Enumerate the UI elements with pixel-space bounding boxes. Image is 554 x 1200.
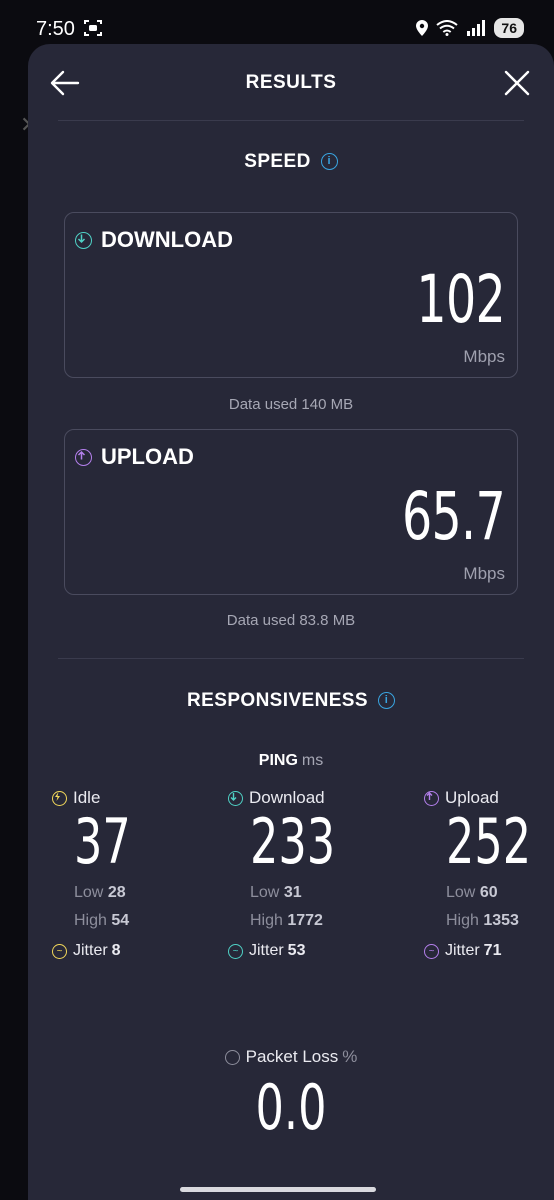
ping-header: PING ms xyxy=(28,752,554,770)
jitter-icon: ~ xyxy=(228,943,243,959)
signal-icon xyxy=(467,20,486,36)
ping-download-column: Download 233 Low 31 High 1772 ~ Jitter 53 xyxy=(228,788,378,960)
divider xyxy=(58,120,524,121)
jitter-value: 53 xyxy=(287,942,306,959)
low-value: 31 xyxy=(283,884,302,901)
upload-arrow-icon xyxy=(75,448,92,466)
ping-label: PING xyxy=(258,752,298,769)
idle-jitter: ~ Jitter 8 xyxy=(52,942,202,960)
background-app-edge: ✕ xyxy=(0,60,38,1200)
ping-unit: ms xyxy=(301,752,324,769)
upload-label: UPLOAD xyxy=(75,444,194,470)
upload-value: 65.7 xyxy=(402,478,506,555)
jitter-label: Jitter xyxy=(249,942,284,959)
download-high: High 1772 xyxy=(250,912,378,930)
upload-ping-value: 252 xyxy=(446,805,532,878)
status-time: 7:50 xyxy=(36,18,75,40)
responsiveness-title: RESPONSIVENESS xyxy=(187,690,368,711)
download-jitter: ~ Jitter 53 xyxy=(228,942,378,960)
high-label: High xyxy=(74,912,107,929)
idle-high: High 54 xyxy=(74,912,202,930)
packet-loss-value: 0.0 xyxy=(255,1071,327,1144)
ping-idle-column: Idle 37 Low 28 High 54 ~ Jitter 8 xyxy=(52,788,202,960)
idle-ping-value: 37 xyxy=(74,805,131,878)
download-label-text: DOWNLOAD xyxy=(101,227,233,252)
jitter-label: Jitter xyxy=(445,942,480,959)
upload-unit: Mbps xyxy=(463,564,505,583)
upload-low: Low 60 xyxy=(446,884,554,902)
high-label: High xyxy=(446,912,479,929)
packet-loss-label: Packet Loss% xyxy=(28,1047,554,1067)
upload-jitter: ~ Jitter 71 xyxy=(424,942,554,960)
idle-bolt-icon xyxy=(52,790,67,806)
jitter-icon: ~ xyxy=(52,943,67,959)
packet-loss-label-text: Packet Loss xyxy=(245,1047,339,1066)
upload-card: UPLOAD 65.7 Mbps xyxy=(64,429,518,595)
results-panel: RESULTS SPEED i DOWNLOAD 102 Mbps Data us… xyxy=(28,44,554,1200)
info-icon[interactable]: i xyxy=(377,692,395,710)
divider xyxy=(58,658,524,659)
upload-label-text: UPLOAD xyxy=(101,444,194,469)
high-value: 1772 xyxy=(287,912,323,929)
info-icon[interactable]: i xyxy=(320,153,338,171)
upload-data-used: Data used 83.8 MB xyxy=(226,612,356,629)
speed-section-title: SPEED i xyxy=(28,151,554,173)
jitter-label: Jitter xyxy=(73,942,108,959)
header: RESULTS xyxy=(28,44,554,120)
download-card: DOWNLOAD 102 Mbps xyxy=(64,212,518,378)
download-arrow-icon xyxy=(228,790,243,806)
jitter-icon: ~ xyxy=(424,943,439,959)
battery-indicator: 76 xyxy=(494,18,524,38)
download-value: 102 xyxy=(416,261,505,338)
speed-title: SPEED xyxy=(244,151,311,172)
jitter-value: 71 xyxy=(483,942,502,959)
home-indicator[interactable] xyxy=(180,1187,376,1192)
high-value: 54 xyxy=(111,912,130,929)
responsiveness-section-title: RESPONSIVENESS i xyxy=(28,690,554,712)
wifi-icon xyxy=(436,20,459,36)
low-label: Low xyxy=(74,884,104,901)
download-ping-value: 233 xyxy=(250,805,336,878)
page-title: RESULTS xyxy=(245,72,337,93)
download-data-used: Data used 140 MB xyxy=(228,396,354,413)
packet-loss-unit: % xyxy=(342,1047,358,1066)
upload-arrow-icon xyxy=(424,790,439,806)
idle-low: Low 28 xyxy=(74,884,202,902)
packet-loss-icon xyxy=(224,1050,240,1066)
high-label: High xyxy=(250,912,283,929)
low-label: Low xyxy=(446,884,476,901)
low-label: Low xyxy=(250,884,280,901)
download-label: DOWNLOAD xyxy=(75,227,233,253)
download-low: Low 31 xyxy=(250,884,378,902)
low-value: 60 xyxy=(479,884,498,901)
close-icon[interactable] xyxy=(500,66,534,100)
high-value: 1353 xyxy=(483,912,519,929)
low-value: 28 xyxy=(107,884,126,901)
download-arrow-icon xyxy=(75,231,92,249)
location-icon xyxy=(416,20,429,36)
ping-upload-column: Upload 252 Low 60 High 1353 ~ Jitter 71 xyxy=(424,788,554,960)
jitter-value: 8 xyxy=(111,942,121,959)
upload-high: High 1353 xyxy=(446,912,554,930)
download-unit: Mbps xyxy=(463,347,505,366)
screen-record-icon xyxy=(84,20,102,36)
